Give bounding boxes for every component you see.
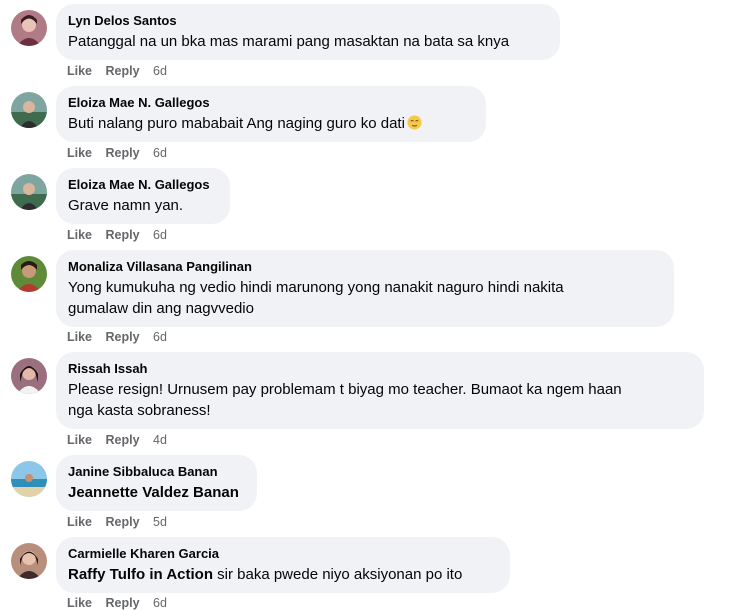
comment-text: Jeannette Valdez Banan (68, 482, 245, 503)
avatar-image (11, 358, 47, 394)
comment-actions: Like Reply 6d (67, 63, 167, 79)
avatar-image (11, 92, 47, 128)
comment-actions: Like Reply 4d (67, 432, 167, 448)
comment-author[interactable]: Carmielle Kharen Garcia (68, 545, 498, 562)
comment-author[interactable]: Monaliza Villasana Pangilinan (68, 258, 662, 275)
like-button[interactable]: Like (67, 330, 92, 344)
comment-text: Buti nalang puro mababait Ang naging gur… (68, 113, 474, 134)
comment-author[interactable]: Rissah Issah (68, 360, 692, 377)
avatar-image (11, 543, 47, 579)
avatar[interactable] (11, 174, 47, 210)
comment-item: Rissah Issah Please resign! Urnusem pay … (0, 352, 750, 452)
comment-timestamp[interactable]: 6d (153, 596, 167, 610)
comment-actions: Like Reply 6d (67, 595, 167, 611)
comment-text: Patanggal na un bka mas marami pang masa… (68, 33, 510, 50)
comment-item: Monaliza Villasana Pangilinan Yong kumuk… (0, 250, 750, 350)
avatar-image (11, 10, 47, 46)
comment-text: Yong kumukuha ng vedio hindi marunong yo… (68, 279, 564, 317)
comment-text: Please resign! Urnusem pay problemam t b… (68, 381, 622, 419)
comment-bubble: Monaliza Villasana Pangilinan Yong kumuk… (56, 250, 674, 327)
avatar[interactable] (11, 461, 47, 497)
mention-link[interactable]: Jeannette Valdez Banan (68, 484, 239, 501)
like-button[interactable]: Like (67, 146, 92, 160)
comment-text: Raffy Tulfo in Action sir baka pwede niy… (68, 566, 463, 583)
comment-text: Grave namn yan. (68, 197, 184, 214)
reply-button[interactable]: Reply (106, 596, 140, 610)
avatar[interactable] (11, 256, 47, 292)
like-button[interactable]: Like (67, 433, 92, 447)
comment-actions: Like Reply 6d (67, 329, 167, 345)
comment-timestamp[interactable]: 6d (153, 64, 167, 78)
comment-author[interactable]: Eloiza Mae N. Gallegos (68, 94, 474, 111)
comment-author[interactable]: Janine Sibbaluca Banan (68, 463, 245, 480)
comment-bubble: Carmielle Kharen Garcia Raffy Tulfo in A… (56, 537, 510, 593)
like-button[interactable]: Like (67, 515, 92, 529)
comment-item: Eloiza Mae N. Gallegos Grave namn yan. L… (0, 168, 750, 248)
like-button[interactable]: Like (67, 64, 92, 78)
comment-actions: Like Reply 5d (67, 514, 167, 530)
comment-bubble: Eloiza Mae N. Gallegos Buti nalang puro … (56, 86, 486, 142)
comment-item: Janine Sibbaluca Banan Jeannette Valdez … (0, 455, 750, 535)
comment-timestamp[interactable]: 5d (153, 515, 167, 529)
like-button[interactable]: Like (67, 596, 92, 610)
comment-item: Lyn Delos Santos Patanggal na un bka mas… (0, 4, 750, 84)
comment-item: Eloiza Mae N. Gallegos Buti nalang puro … (0, 86, 750, 166)
reply-button[interactable]: Reply (106, 146, 140, 160)
reply-button[interactable]: Reply (106, 64, 140, 78)
avatar-image (11, 174, 47, 210)
reply-button[interactable]: Reply (106, 330, 140, 344)
avatar-image (11, 461, 47, 497)
comment-item: Carmielle Kharen Garcia Raffy Tulfo in A… (0, 537, 750, 610)
comment-bubble: Lyn Delos Santos Patanggal na un bka mas… (56, 4, 560, 60)
comment-author[interactable]: Lyn Delos Santos (68, 12, 548, 29)
reply-button[interactable]: Reply (106, 515, 140, 529)
mention-link[interactable]: Raffy Tulfo in Action (68, 566, 213, 583)
comment-bubble: Janine Sibbaluca Banan Jeannette Valdez … (56, 455, 257, 511)
avatar[interactable] (11, 92, 47, 128)
comment-timestamp[interactable]: 6d (153, 330, 167, 344)
comment-author[interactable]: Eloiza Mae N. Gallegos (68, 176, 218, 193)
comment-timestamp[interactable]: 6d (153, 146, 167, 160)
avatar[interactable] (11, 10, 47, 46)
comment-actions: Like Reply 6d (67, 145, 167, 161)
comment-timestamp[interactable]: 6d (153, 228, 167, 242)
relieved-face-emoji (407, 115, 422, 130)
comment-bubble: Eloiza Mae N. Gallegos Grave namn yan. (56, 168, 230, 224)
comment-timestamp[interactable]: 4d (153, 433, 167, 447)
comment-bubble: Rissah Issah Please resign! Urnusem pay … (56, 352, 704, 429)
comment-actions: Like Reply 6d (67, 227, 167, 243)
avatar-image (11, 256, 47, 292)
reply-button[interactable]: Reply (106, 228, 140, 242)
avatar[interactable] (11, 358, 47, 394)
avatar[interactable] (11, 543, 47, 579)
reply-button[interactable]: Reply (106, 433, 140, 447)
like-button[interactable]: Like (67, 228, 92, 242)
